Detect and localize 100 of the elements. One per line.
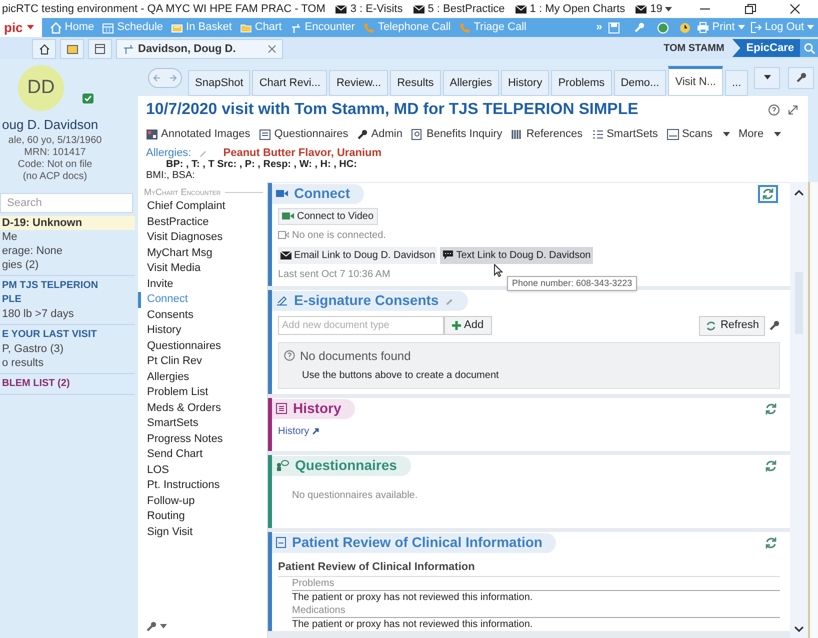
nav-link[interactable]: Routing — [138, 509, 267, 524]
sidebar-item[interactable]: 180 lb >7 days — [0, 306, 135, 320]
connect-video-button[interactable]: Connect to Video — [278, 208, 378, 224]
help-icon[interactable] — [768, 104, 780, 116]
close-icon[interactable] — [790, 4, 800, 14]
empty-state-title: No documents found — [300, 348, 411, 364]
activity-tab[interactable]: Results — [390, 70, 441, 96]
nav-link[interactable]: Questionnaires — [138, 338, 267, 354]
nav-link[interactable]: Progress Notes — [138, 432, 267, 447]
checkmark-icon[interactable] — [82, 93, 94, 104]
message-count[interactable]: 1 : My Open Charts — [530, 0, 626, 18]
images-icon — [146, 128, 158, 140]
restore-icon[interactable] — [745, 4, 756, 14]
history-link[interactable]: History — [278, 424, 310, 438]
activity-tab[interactable]: Visit N... — [668, 66, 723, 96]
sidebar-item[interactable]: gies (2) — [0, 258, 135, 272]
activity-tab[interactable]: History — [500, 70, 550, 96]
nav-link[interactable]: BestPractice — [138, 214, 267, 230]
refresh-icon[interactable] — [761, 186, 775, 200]
message-count[interactable]: 5 : BestPractice — [428, 0, 505, 18]
tooltip: Phone number: 608-343-3223 — [507, 276, 638, 291]
activity-tab[interactable]: Problems — [551, 70, 612, 96]
video-camera-icon — [282, 212, 294, 220]
dropdown-button[interactable] — [754, 66, 780, 88]
nav-link[interactable]: Meds & Orders — [138, 400, 267, 416]
patient-name[interactable]: oug D. Davidson — [0, 115, 135, 134]
refresh-button[interactable]: Refresh — [699, 316, 765, 336]
toolbar-button[interactable]: Annotated Images — [146, 126, 250, 142]
back-forward-buttons[interactable] — [148, 68, 182, 88]
nav-link[interactable]: Allergies — [138, 370, 267, 385]
scrollbar[interactable] — [790, 182, 808, 638]
toolbar-button[interactable]: Questionnaires — [259, 126, 348, 142]
activity-tab[interactable]: Allergies — [442, 70, 499, 96]
refresh-icon[interactable] — [764, 402, 778, 416]
refresh-icon[interactable] — [764, 458, 778, 472]
nav-link[interactable]: History — [138, 323, 267, 338]
sidebar-item[interactable]: PLE — [0, 292, 135, 306]
chevron-up-icon — [794, 190, 804, 196]
activity-tab[interactable]: SnapShot — [188, 70, 250, 96]
refresh-icon[interactable] — [764, 536, 778, 550]
schedule-tab[interactable] — [88, 39, 112, 59]
toolbar-button[interactable]: Scans — [666, 126, 730, 142]
nav-link[interactable]: Pt Clin Rev — [138, 354, 267, 370]
settings-button[interactable] — [146, 621, 167, 632]
add-button[interactable]: Add — [444, 316, 492, 335]
nav-link[interactable]: Visit Media — [138, 261, 267, 276]
in-basket-tab[interactable] — [60, 39, 84, 59]
home-tab[interactable] — [32, 39, 56, 59]
timer-icon[interactable] — [679, 22, 692, 34]
forward-icon — [169, 74, 177, 82]
search-button[interactable] — [800, 39, 818, 57]
save-icon[interactable] — [608, 22, 620, 34]
toolbar-button[interactable]: SmartSets — [592, 126, 658, 142]
nav-link[interactable]: LOS — [138, 462, 267, 478]
toolbar-button[interactable]: Benefits Inquiry — [411, 126, 502, 142]
send-link-button[interactable]: Text Link to Doug D. Davidson — [440, 246, 593, 264]
wrench-icon[interactable] — [769, 320, 780, 331]
nav-link[interactable]: Visit Diagnoses — [138, 230, 267, 246]
epic-menu-button[interactable]: pic — [0, 18, 42, 37]
sidebar-item[interactable]: E YOUR LAST VISIT — [0, 328, 135, 342]
exit-icon — [750, 22, 762, 33]
nav-link[interactable]: Chief Complaint — [138, 199, 267, 214]
nav-link[interactable]: Send Chart — [138, 447, 267, 462]
sidebar-item[interactable]: BLEM LIST (2) — [0, 376, 135, 390]
nav-link[interactable]: Follow-up — [138, 494, 267, 509]
search-field[interactable]: Search — [0, 192, 133, 212]
patient-tab[interactable]: Davidson, Doug D. — [116, 39, 283, 59]
activity-tab[interactable]: Chart Revi... — [252, 70, 328, 96]
nav-link[interactable]: Sign Visit — [138, 524, 267, 540]
nav-link[interactable]: Pt. Instructions — [138, 478, 267, 494]
sidebar-item[interactable]: Me — [0, 230, 135, 244]
nav-link[interactable]: Consents — [138, 308, 267, 323]
activity-tab[interactable]: Review... — [329, 70, 388, 96]
nav-link[interactable]: Problem List — [138, 385, 267, 400]
sidebar-item[interactable]: PM TJS TELPERION — [0, 278, 135, 292]
message-count[interactable]: 3 : E-Visits — [350, 0, 403, 18]
toolbar-button[interactable]: More — [738, 126, 781, 142]
sidebar-item[interactable]: erage: None — [0, 244, 135, 258]
settings-button[interactable] — [788, 66, 814, 88]
document-type-field[interactable]: Add new document type — [278, 316, 444, 335]
back-icon — [153, 74, 161, 82]
toolbar-button[interactable]: References — [511, 126, 583, 142]
send-link-button[interactable]: Email Link to Doug D. Davidson — [278, 246, 438, 264]
wrench-icon[interactable] — [796, 72, 806, 83]
review-category: Medications — [292, 604, 780, 618]
nav-link[interactable]: MyChart Msg — [138, 246, 267, 261]
sidebar-item[interactable]: P, Gastro (3) — [0, 342, 135, 356]
expand-icon[interactable] — [788, 105, 798, 115]
envelope-icon — [335, 4, 348, 14]
clipboard-icon — [259, 128, 272, 140]
message-count[interactable]: 19 — [650, 0, 662, 18]
refresh-button[interactable] — [758, 184, 778, 202]
activity-tab[interactable]: Demo... — [614, 70, 666, 96]
calendar-icon — [95, 44, 105, 54]
toolbar-button[interactable]: Admin — [357, 126, 402, 142]
sidebar-item[interactable]: o results — [0, 356, 135, 370]
nav-link[interactable]: SmartSets — [138, 416, 267, 432]
activity-tab[interactable]: ... — [724, 70, 748, 96]
app-badge: EpicCare — [732, 39, 800, 57]
nav-link[interactable]: Invite — [138, 276, 267, 292]
